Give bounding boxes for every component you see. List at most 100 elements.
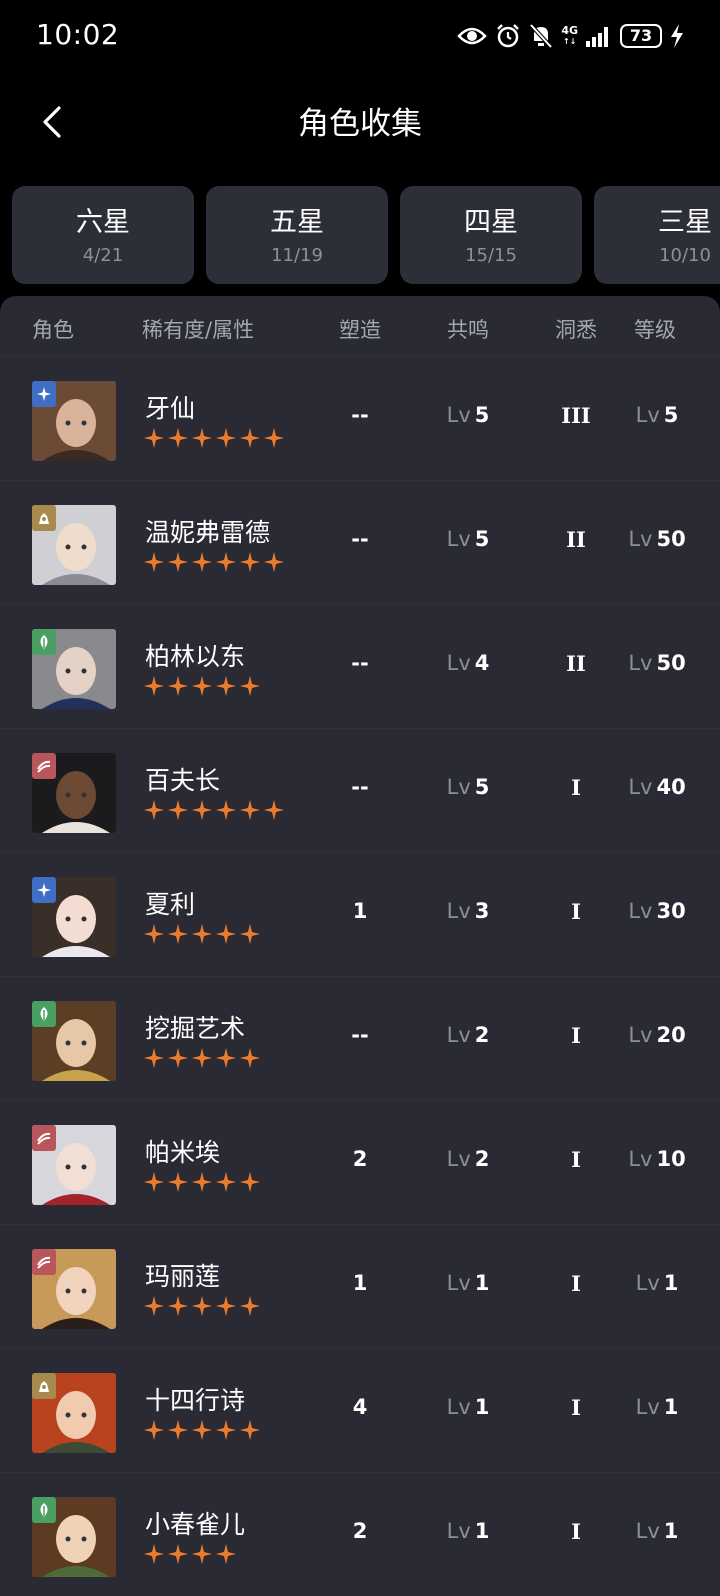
mineral-element-icon [32, 753, 56, 779]
level-cell: Lv 10 [628, 1147, 685, 1171]
beast-element-icon [32, 505, 56, 531]
star-icon [215, 551, 237, 573]
resonance-cell: Lv 4 [447, 651, 490, 675]
character-name: 玛丽莲 [145, 1262, 221, 1291]
star-icon [167, 1419, 189, 1441]
character-table: 角色 稀有度/属性 塑造 共鸣 洞悉 等级 牙仙 -- Lv 5 III Lv 5 温妮弗雷德… [0, 296, 720, 1596]
mineral-element-icon [32, 1125, 56, 1151]
resonance-value: 5 [474, 403, 490, 427]
star-icon [167, 1047, 189, 1069]
shaping-value: 1 [352, 899, 368, 923]
column-header-shaping: 塑造 [339, 318, 381, 342]
tab-three-star[interactable]: 三星 10/10 [594, 186, 720, 284]
rarity-stars [143, 799, 285, 821]
column-header-rarity: 稀有度/属性 [142, 318, 255, 342]
network-label: 4G ↑↓ [561, 23, 578, 46]
table-row[interactable]: 挖掘艺术 -- Lv 2 I Lv 20 [0, 976, 720, 1100]
resonance-value: 5 [474, 527, 490, 551]
resonance-value: 3 [474, 899, 490, 923]
table-row[interactable]: 牙仙 -- Lv 5 III Lv 5 [0, 356, 720, 480]
star-icon [143, 1171, 165, 1193]
resonance-value: 1 [474, 1519, 490, 1543]
resonance-value: 1 [474, 1271, 490, 1295]
column-header-character: 角色 [32, 318, 74, 342]
table-row[interactable]: 温妮弗雷德 -- Lv 5 II Lv 50 [0, 480, 720, 604]
star-icon [191, 427, 213, 449]
star-icon [143, 675, 165, 697]
lv-prefix: Lv [635, 403, 660, 427]
plant-element-icon [32, 629, 56, 655]
tab-six-star[interactable]: 六星 4/21 [12, 186, 194, 284]
resonance-cell: Lv 3 [447, 899, 490, 923]
character-name: 小春雀儿 [145, 1510, 246, 1539]
table-row[interactable]: 柏林以东 -- Lv 4 II Lv 50 [0, 604, 720, 728]
rarity-stars [143, 675, 261, 697]
tab-count: 10/10 [659, 244, 711, 266]
star-icon [215, 1543, 237, 1565]
insight-value: I [571, 1023, 581, 1048]
charging-icon [670, 24, 684, 48]
lv-prefix: Lv [446, 527, 471, 551]
rarity-stars [143, 427, 285, 449]
lv-prefix: Lv [446, 1395, 471, 1419]
star-icon [143, 1543, 165, 1565]
mineral-element-icon [32, 1249, 56, 1275]
star-icon [239, 1171, 261, 1193]
star-icon [143, 1047, 165, 1069]
level-cell: Lv 1 [636, 1395, 679, 1419]
star-icon [215, 799, 237, 821]
tab-four-star[interactable]: 四星 15/15 [400, 186, 582, 284]
table-row[interactable]: 小春雀儿 2 Lv 1 I Lv 1 [0, 1472, 720, 1596]
eye-icon [457, 25, 488, 47]
resonance-cell: Lv 5 [447, 527, 490, 551]
star-icon [143, 1419, 165, 1441]
star-icon [167, 1171, 189, 1193]
column-header-level: 等级 [634, 318, 676, 342]
tab-five-star[interactable]: 五星 11/19 [206, 186, 388, 284]
plant-element-icon [32, 1497, 56, 1523]
star-icon [143, 799, 165, 821]
lv-prefix: Lv [446, 1519, 471, 1543]
character-name: 挖掘艺术 [145, 1014, 246, 1043]
star-icon [263, 799, 285, 821]
table-row[interactable]: 玛丽莲 1 Lv 1 I Lv 1 [0, 1224, 720, 1348]
resonance-cell: Lv 1 [447, 1519, 490, 1543]
table-row[interactable]: 百夫长 -- Lv 5 I Lv 40 [0, 728, 720, 852]
beast-element-icon [32, 1373, 56, 1399]
resonance-value: 1 [474, 1395, 490, 1419]
lv-prefix: Lv [446, 1271, 471, 1295]
plant-element-icon [32, 1001, 56, 1027]
lv-prefix: Lv [628, 1147, 653, 1171]
star-icon [191, 1419, 213, 1441]
rarity-stars [143, 1171, 261, 1193]
star-icon [191, 1295, 213, 1317]
star-icon [167, 551, 189, 573]
lv-prefix: Lv [446, 1023, 471, 1047]
star-icon [143, 1295, 165, 1317]
rarity-stars [143, 1543, 237, 1565]
status-icons: 4G ↑↓ 73 [457, 20, 684, 52]
table-row[interactable]: 帕米埃 2 Lv 2 I Lv 10 [0, 1100, 720, 1224]
level-cell: Lv 1 [636, 1271, 679, 1295]
table-row[interactable]: 夏利 1 Lv 3 I Lv 30 [0, 852, 720, 976]
rarity-stars [143, 1047, 261, 1069]
level-value: 1 [663, 1271, 679, 1295]
star-icon [167, 1543, 189, 1565]
rarity-stars [143, 551, 285, 573]
shaping-value: 4 [352, 1395, 368, 1419]
lv-prefix: Lv [635, 1271, 660, 1295]
alarm-icon [495, 23, 521, 49]
column-header-resonance: 共鸣 [447, 318, 489, 342]
star-icon [239, 1295, 261, 1317]
star-icon [239, 551, 261, 573]
table-row[interactable]: 十四行诗 4 Lv 1 I Lv 1 [0, 1348, 720, 1472]
tab-count: 15/15 [465, 244, 517, 266]
lv-prefix: Lv [628, 775, 653, 799]
star-element-icon [32, 381, 56, 407]
resonance-cell: Lv 5 [447, 403, 490, 427]
insight-value: I [571, 775, 581, 800]
star-icon [191, 675, 213, 697]
bell-off-icon [529, 23, 553, 49]
star-icon [239, 675, 261, 697]
tab-count: 4/21 [82, 244, 124, 266]
